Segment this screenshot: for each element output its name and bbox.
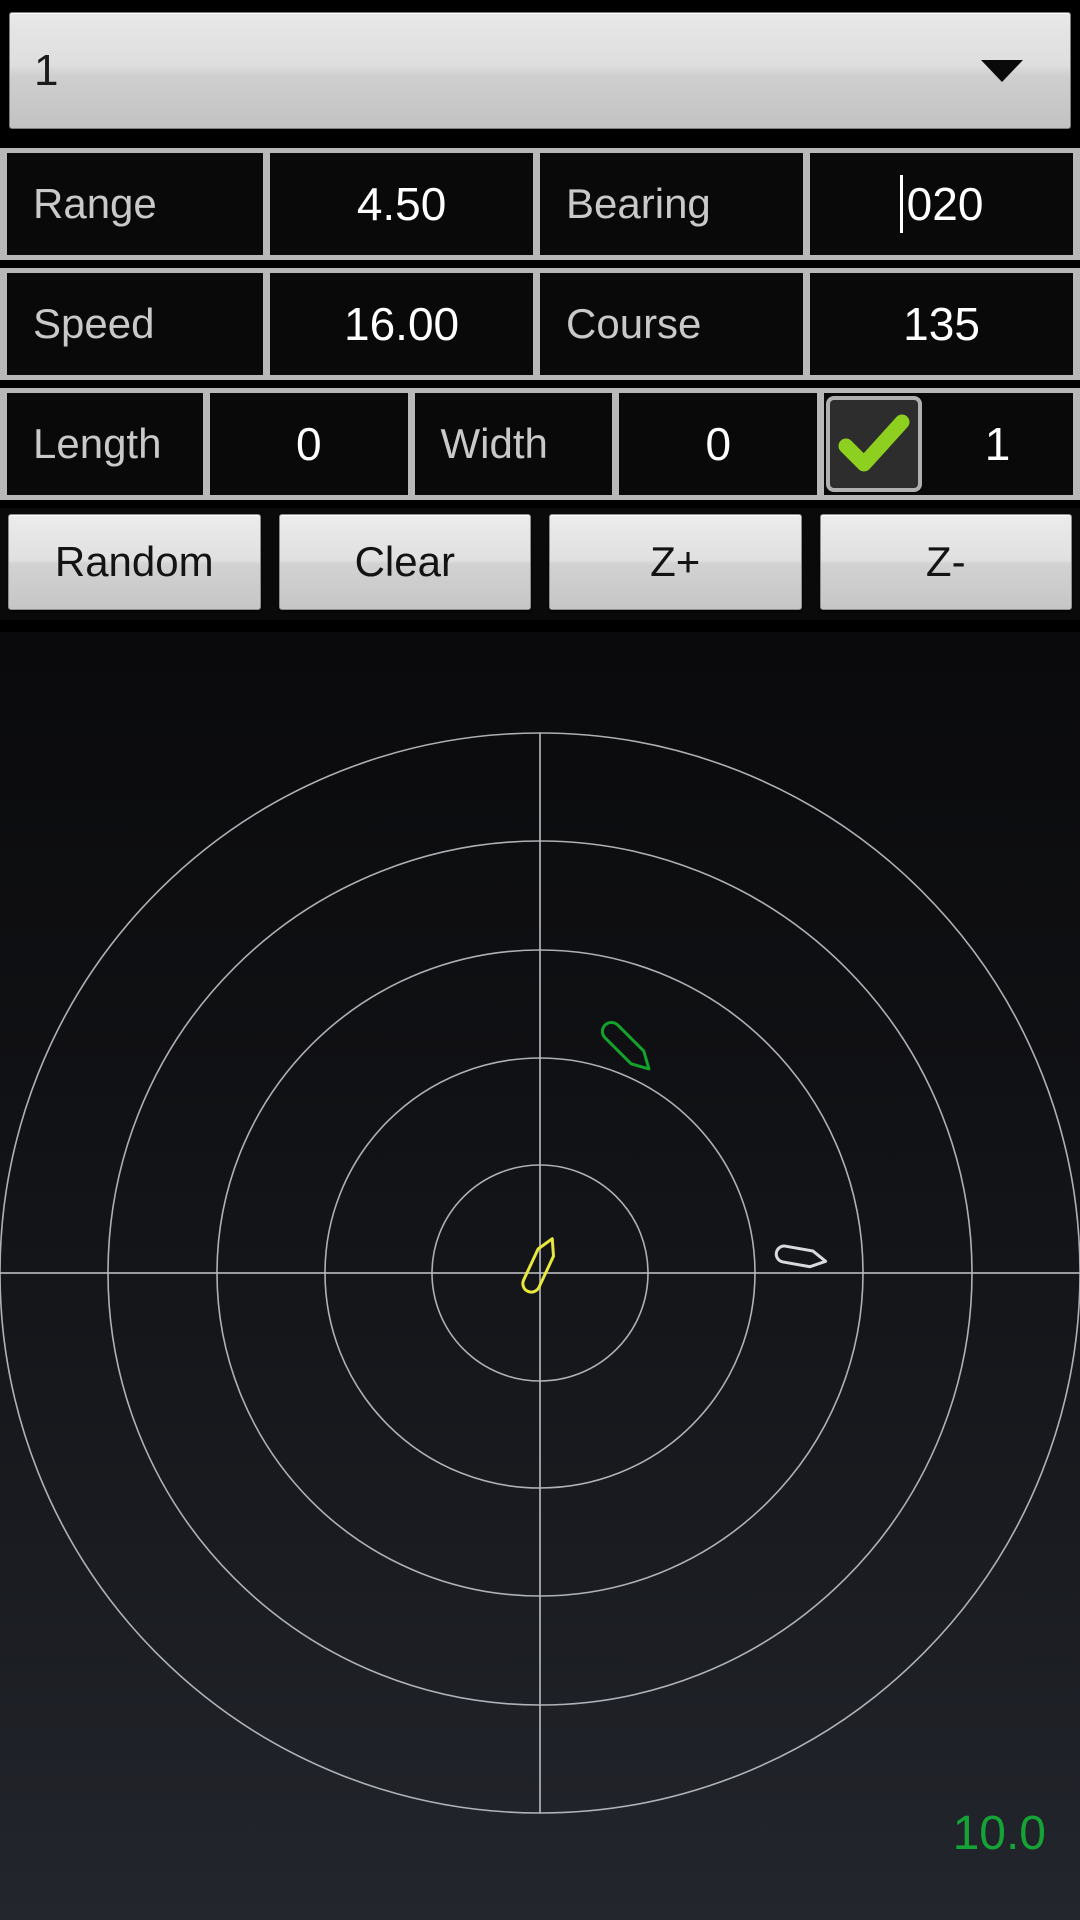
clear-button[interactable]: Clear: [278, 514, 531, 610]
course-value-field[interactable]: 135: [810, 273, 1073, 375]
range-value: 4.50: [356, 178, 447, 230]
radar-crosshair: [0, 733, 1080, 1813]
action-button-row: Random Clear Z+ Z-: [0, 508, 1080, 620]
enable-target-cell: 1: [824, 393, 1073, 495]
radar-display[interactable]: 10.0: [0, 632, 1080, 1920]
radar-range-scale-label: 10.0: [952, 1807, 1046, 1860]
enable-target-checkbox[interactable]: [826, 396, 923, 492]
app-root: 1 Range 4.50 Bearing 020 Speed 16.00 Cou…: [0, 0, 1080, 1920]
width-label-cell: Width: [414, 393, 613, 495]
random-button[interactable]: Random: [8, 514, 261, 610]
bearing-label: Bearing: [566, 180, 711, 227]
field-row-speed-course: Speed 16.00 Course 135: [0, 268, 1080, 380]
width-value-field[interactable]: 0: [619, 393, 818, 495]
length-label: Length: [33, 420, 162, 467]
field-row-range-bearing: Range 4.50 Bearing 020: [0, 148, 1080, 260]
zoom-out-button[interactable]: Z-: [819, 514, 1072, 610]
checkmark-icon: [838, 414, 910, 472]
contact-target-green[interactable]: [599, 1019, 656, 1076]
bearing-value-field[interactable]: 020: [810, 153, 1073, 255]
field-row-length-width: Length 0 Width 0 1: [0, 388, 1080, 500]
speed-value: 16.00: [344, 298, 460, 350]
target-selector-spinner[interactable]: 1: [9, 12, 1071, 129]
length-label-cell: Length: [7, 393, 203, 495]
bearing-value: 020: [906, 178, 984, 230]
contact-hull: [774, 1244, 828, 1269]
bearing-label-cell: Bearing: [540, 153, 804, 255]
course-label-cell: Course: [540, 273, 804, 375]
radar-canvas: [0, 732, 1080, 1814]
range-value-field[interactable]: 4.50: [270, 153, 534, 255]
target-selector-value: 1: [34, 45, 59, 95]
chevron-down-icon: [981, 59, 1023, 82]
range-label-cell: Range: [7, 153, 264, 255]
speed-value-field[interactable]: 16.00: [270, 273, 534, 375]
width-value: 0: [705, 418, 732, 470]
speed-label: Speed: [33, 300, 155, 347]
course-value: 135: [903, 298, 980, 350]
text-caret: [899, 175, 903, 233]
length-value: 0: [295, 418, 322, 470]
target-count: 1: [984, 418, 1011, 470]
range-label: Range: [33, 180, 157, 227]
course-label: Course: [566, 300, 702, 347]
control-panel: 1 Range 4.50 Bearing 020 Speed 16.00 Cou…: [0, 0, 1080, 632]
width-label: Width: [440, 420, 548, 467]
speed-label-cell: Speed: [7, 273, 264, 375]
length-value-field[interactable]: 0: [209, 393, 408, 495]
zoom-in-button[interactable]: Z+: [549, 514, 802, 610]
contact-target-white[interactable]: [774, 1244, 828, 1269]
contact-hull: [600, 1020, 651, 1071]
